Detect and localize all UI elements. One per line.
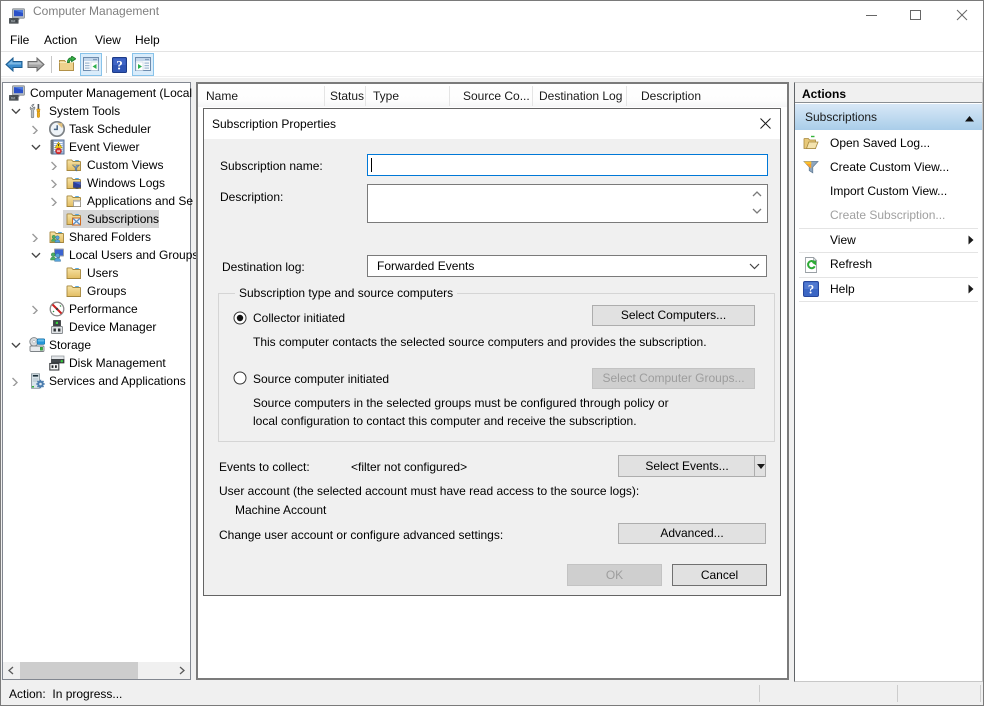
svg-text:?: ? xyxy=(808,283,814,297)
svg-text:?: ? xyxy=(116,58,123,73)
